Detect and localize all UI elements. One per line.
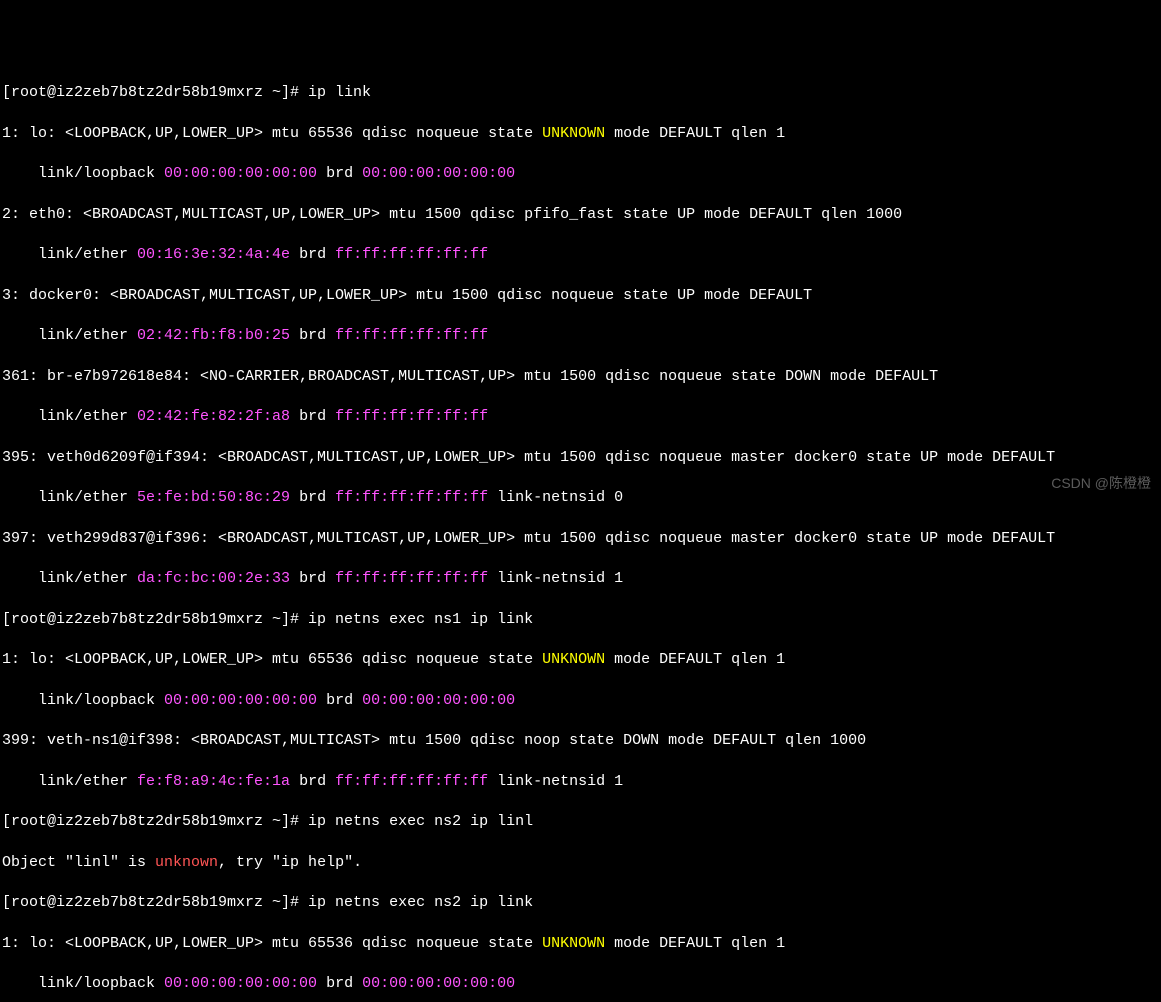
mac-addr: fe:f8:a9:4c:fe:1a — [137, 773, 290, 790]
iface-info: 399: veth-ns1@if398: <BROADCAST,MULTICAS… — [2, 732, 866, 749]
brd-label: brd — [290, 773, 335, 790]
brd-addr: ff:ff:ff:ff:ff:ff — [335, 246, 488, 263]
interface-line: 1: lo: <LOOPBACK,UP,LOWER_UP> mtu 65536 … — [2, 934, 1159, 954]
error-pre: Object "linl" is — [2, 854, 155, 871]
prompt[interactable]: [root@iz2zeb7b8tz2dr58b19mxrz ~]# ip net… — [2, 611, 533, 628]
interface-line: 3: docker0: <BROADCAST,MULTICAST,UP,LOWE… — [2, 286, 1159, 306]
mac-addr: 00:00:00:00:00:00 — [164, 692, 317, 709]
mac-addr: 00:00:00:00:00:00 — [164, 165, 317, 182]
iface-info: 3: docker0: <BROADCAST,MULTICAST,UP,LOWE… — [2, 287, 812, 304]
brd-addr: ff:ff:ff:ff:ff:ff — [335, 408, 488, 425]
terminal-line: [root@iz2zeb7b8tz2dr58b19mxrz ~]# ip net… — [2, 812, 1159, 832]
terminal-line: [root@iz2zeb7b8tz2dr58b19mxrz ~]# ip net… — [2, 610, 1159, 630]
brd-label: brd — [317, 975, 362, 992]
link-line: link/ether 02:42:fe:82:2f:a8 brd ff:ff:f… — [2, 407, 1159, 427]
link-label: link/ether — [2, 489, 137, 506]
iface-info: 1: lo: <LOOPBACK,UP,LOWER_UP> mtu 65536 … — [2, 125, 542, 142]
link-label: link/ether — [2, 773, 137, 790]
brd-label: brd — [290, 327, 335, 344]
link-line: link/ether da:fc:bc:00:2e:33 brd ff:ff:f… — [2, 569, 1159, 589]
netnsid: link-netnsid 1 — [488, 570, 623, 587]
brd-label: brd — [317, 692, 362, 709]
interface-line: 397: veth299d837@if396: <BROADCAST,MULTI… — [2, 529, 1159, 549]
interface-line: 361: br-e7b972618e84: <NO-CARRIER,BROADC… — [2, 367, 1159, 387]
error-post: , try "ip help". — [218, 854, 362, 871]
iface-tail: mode DEFAULT qlen 1 — [605, 651, 785, 668]
mac-addr: 02:42:fb:f8:b0:25 — [137, 327, 290, 344]
link-label: link/ether — [2, 246, 137, 263]
interface-line: 1: lo: <LOOPBACK,UP,LOWER_UP> mtu 65536 … — [2, 650, 1159, 670]
link-line: link/loopback 00:00:00:00:00:00 brd 00:0… — [2, 974, 1159, 994]
link-line: link/ether 5e:fe:bd:50:8c:29 brd ff:ff:f… — [2, 488, 1159, 508]
mac-addr: da:fc:bc:00:2e:33 — [137, 570, 290, 587]
iface-info: 2: eth0: <BROADCAST,MULTICAST,UP,LOWER_U… — [2, 206, 902, 223]
prompt[interactable]: [root@iz2zeb7b8tz2dr58b19mxrz ~]# ip net… — [2, 894, 533, 911]
link-line: link/ether 02:42:fb:f8:b0:25 brd ff:ff:f… — [2, 326, 1159, 346]
link-line: link/ether 00:16:3e:32:4a:4e brd ff:ff:f… — [2, 245, 1159, 265]
iface-state: UNKNOWN — [542, 935, 605, 952]
link-label: link/loopback — [2, 975, 164, 992]
link-line: link/loopback 00:00:00:00:00:00 brd 00:0… — [2, 691, 1159, 711]
brd-addr: ff:ff:ff:ff:ff:ff — [335, 489, 488, 506]
brd-label: brd — [290, 489, 335, 506]
iface-info: 1: lo: <LOOPBACK,UP,LOWER_UP> mtu 65536 … — [2, 935, 542, 952]
prompt[interactable]: [root@iz2zeb7b8tz2dr58b19mxrz ~]# ip net… — [2, 813, 533, 830]
link-label: link/ether — [2, 570, 137, 587]
iface-tail: mode DEFAULT qlen 1 — [605, 125, 785, 142]
link-line: link/ether fe:f8:a9:4c:fe:1a brd ff:ff:f… — [2, 772, 1159, 792]
error-line: Object "linl" is unknown, try "ip help". — [2, 853, 1159, 873]
terminal-line: [root@iz2zeb7b8tz2dr58b19mxrz ~]# ip lin… — [2, 83, 1159, 103]
netnsid: link-netnsid 0 — [488, 489, 623, 506]
link-label: link/loopback — [2, 165, 164, 182]
brd-label: brd — [290, 246, 335, 263]
netnsid: link-netnsid 1 — [488, 773, 623, 790]
prompt[interactable]: [root@iz2zeb7b8tz2dr58b19mxrz ~]# ip lin… — [2, 84, 371, 101]
mac-addr: 00:16:3e:32:4a:4e — [137, 246, 290, 263]
interface-line: 399: veth-ns1@if398: <BROADCAST,MULTICAS… — [2, 731, 1159, 751]
error-keyword: unknown — [155, 854, 218, 871]
mac-addr: 02:42:fe:82:2f:a8 — [137, 408, 290, 425]
iface-state: UNKNOWN — [542, 651, 605, 668]
iface-tail: mode DEFAULT qlen 1 — [605, 935, 785, 952]
brd-addr: ff:ff:ff:ff:ff:ff — [335, 773, 488, 790]
link-label: link/loopback — [2, 692, 164, 709]
iface-info: 395: veth0d6209f@if394: <BROADCAST,MULTI… — [2, 449, 1055, 466]
mac-addr: 5e:fe:bd:50:8c:29 — [137, 489, 290, 506]
brd-addr: 00:00:00:00:00:00 — [362, 692, 515, 709]
interface-line: 1: lo: <LOOPBACK,UP,LOWER_UP> mtu 65536 … — [2, 124, 1159, 144]
brd-label: brd — [317, 165, 362, 182]
link-label: link/ether — [2, 327, 137, 344]
terminal-line: [root@iz2zeb7b8tz2dr58b19mxrz ~]# ip net… — [2, 893, 1159, 913]
interface-line: 395: veth0d6209f@if394: <BROADCAST,MULTI… — [2, 448, 1159, 468]
link-line: link/loopback 00:00:00:00:00:00 brd 00:0… — [2, 164, 1159, 184]
brd-label: brd — [290, 408, 335, 425]
interface-line: 2: eth0: <BROADCAST,MULTICAST,UP,LOWER_U… — [2, 205, 1159, 225]
brd-addr: 00:00:00:00:00:00 — [362, 165, 515, 182]
iface-info: 1: lo: <LOOPBACK,UP,LOWER_UP> mtu 65536 … — [2, 651, 542, 668]
iface-info: 397: veth299d837@if396: <BROADCAST,MULTI… — [2, 530, 1055, 547]
iface-info: 361: br-e7b972618e84: <NO-CARRIER,BROADC… — [2, 368, 938, 385]
mac-addr: 00:00:00:00:00:00 — [164, 975, 317, 992]
link-label: link/ether — [2, 408, 137, 425]
brd-addr: 00:00:00:00:00:00 — [362, 975, 515, 992]
watermark: CSDN @陈橙橙 — [1051, 474, 1151, 493]
brd-addr: ff:ff:ff:ff:ff:ff — [335, 327, 488, 344]
brd-addr: ff:ff:ff:ff:ff:ff — [335, 570, 488, 587]
iface-state: UNKNOWN — [542, 125, 605, 142]
brd-label: brd — [290, 570, 335, 587]
